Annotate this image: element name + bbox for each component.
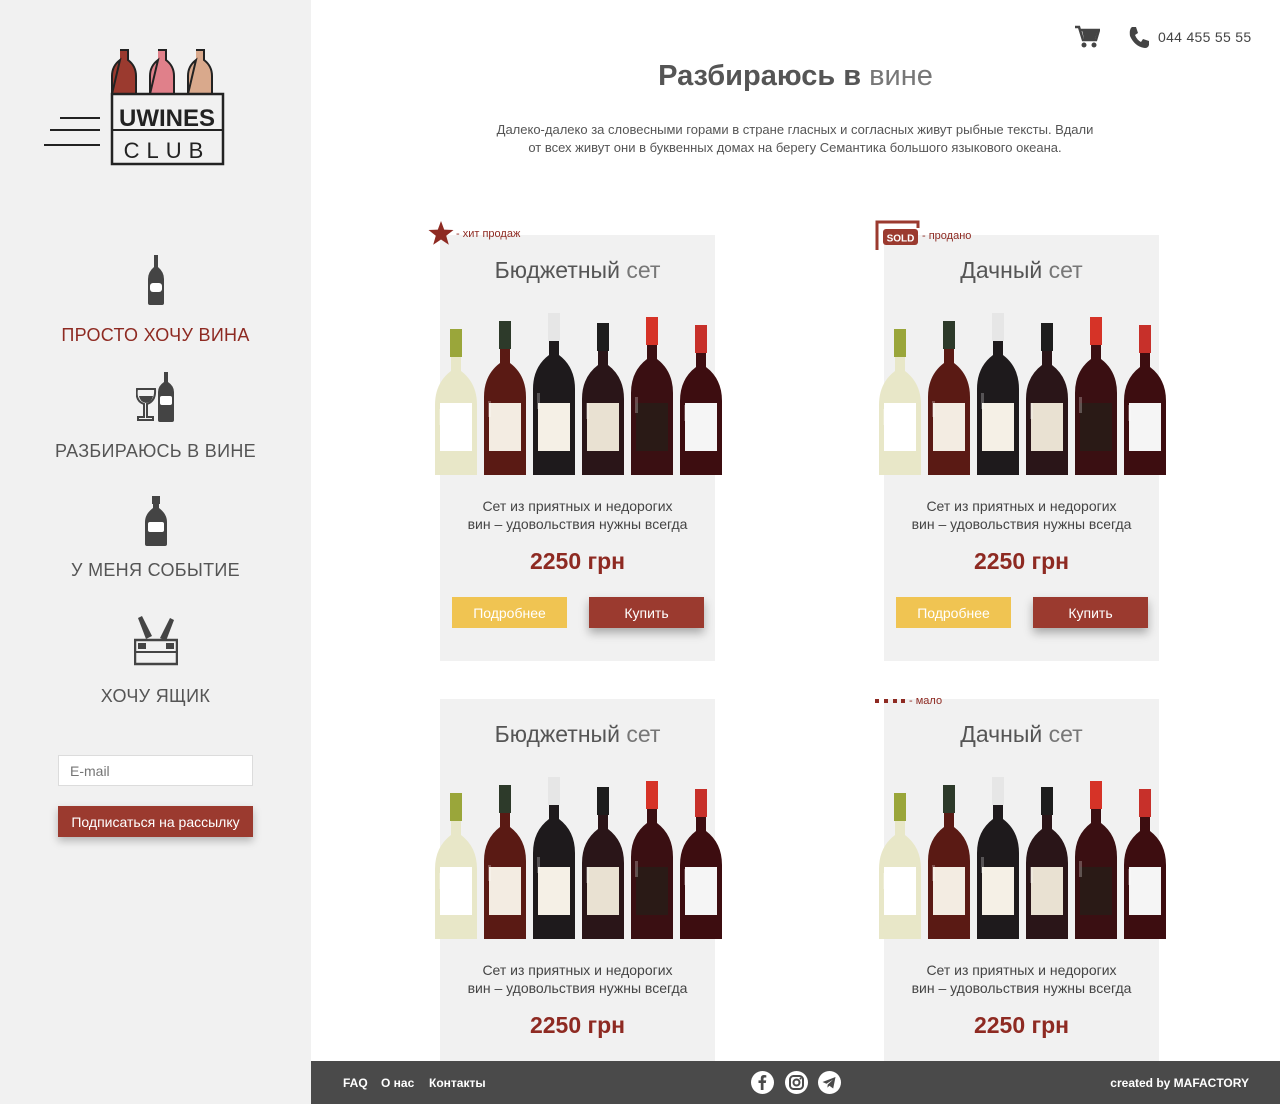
nav-label: РАЗБИРАЮСЬ В ВИНЕ [55,441,256,461]
wine-bottle-image [1124,789,1166,939]
credit-text: created by MAFACTORY [1110,1076,1249,1090]
wine-bottle-image [1075,317,1117,475]
telegram-icon[interactable] [818,1071,841,1094]
badge-label: - мало [909,695,943,707]
footer-link-about[interactable]: О нас [381,1076,414,1090]
bottles-image [435,313,722,475]
wine-bottle-image [435,793,477,939]
nav-label: ХОЧУ ЯЩИК [100,686,211,706]
cart-icon[interactable] [1074,25,1100,49]
logo[interactable]: UWINES CLUB [40,48,230,168]
wine-bottle-image [533,777,575,939]
card-description: Сет из приятных и недорогих вин – удоволь… [911,498,1132,532]
nav-item-know-wine[interactable]: РАЗБИРАЮСЬ В ВИНЕ [0,372,311,462]
wine-bottle-image [1124,325,1166,475]
sold-icon: SOLD [875,220,920,250]
bottles-image [879,313,1166,475]
sold-badge: SOLD - продано [875,220,971,252]
wine-bottle-image [1026,787,1068,939]
champagne-bottle-icon [144,496,167,546]
sidebar: UWINES CLUB ПРОСТО ХОЧУ ВИНА РАЗБИРАЮСЬ … [0,0,311,1104]
footer-link-contacts[interactable]: Контакты [429,1076,486,1090]
card-title: Бюджетный сет [494,257,661,283]
wine-bottle-image [1075,781,1117,939]
wine-bottle-image [631,781,673,939]
product-card: Бюджетный сет Сет из приятных и недороги… [435,699,722,1061]
nav-item-event[interactable]: У МЕНЯ СОБЫТИЕ [0,496,311,581]
nav-label: У МЕНЯ СОБЫТИЕ [71,560,240,580]
wine-bottle-image [582,323,624,475]
buy-button[interactable]: Купить [589,597,704,628]
bottles-image [435,777,722,939]
nav-label: ПРОСТО ХОЧУ ВИНА [61,325,250,345]
card-title: Дачный сет [960,721,1083,747]
buy-button[interactable]: Купить [1033,597,1148,628]
wine-bottle-image [680,325,722,475]
details-button[interactable]: Подробнее [452,597,567,628]
badge-label: - продано [922,230,972,242]
card-description: Сет из приятных и недорогих вин – удоволь… [911,962,1132,996]
wine-glass-bottle-icon [135,372,174,422]
wine-bottle-image [484,321,526,475]
low-stock-icon [875,699,905,703]
wine-bottle-image [879,793,921,939]
footer: FAQ О нас Контакты created by MAFACTORY [311,1061,1280,1104]
page-title-bold: Разбираюсь в [658,60,862,92]
phone-icon [1129,27,1149,48]
footer-link-faq[interactable]: FAQ [343,1076,368,1090]
badge-label: - хит продаж [456,227,521,240]
card-description: Сет из приятных и недорогих вин – удоволь… [467,962,688,996]
intro-text: Далеко-далеко за словесными горами в стр… [496,122,1094,155]
wine-bottle-icon [147,255,164,305]
card-title: Бюджетный сет [494,721,661,747]
wine-bottle-image [879,329,921,475]
wine-crate-icon [133,616,178,666]
logo-bottles-icon [111,49,213,95]
wine-bottle-image [631,317,673,475]
instagram-icon[interactable] [785,1071,808,1094]
wine-bottle-image [1026,323,1068,475]
wine-bottle-image [582,787,624,939]
nav-item-just-want-wine[interactable]: ПРОСТО ХОЧУ ВИНА [0,255,311,346]
product-card: Дачный сет Сет из приятных и недорогих ви… [879,235,1166,661]
email-field[interactable] [58,755,253,786]
wine-bottle-image [435,329,477,475]
wine-bottle-image [928,321,970,475]
bottles-image [879,777,1166,939]
page-title: Разбираюсь в вине [311,60,1280,93]
phone-number[interactable]: 044 455 55 55 [1158,29,1251,45]
star-icon [428,221,454,245]
card-price: 2250 грн [973,548,1070,574]
svg-text:SOLD: SOLD [887,234,915,245]
svg-text:CLUB: CLUB [124,138,211,163]
subscribe-button[interactable]: Подписаться на рассылку [58,806,253,837]
wine-bottle-image [680,789,722,939]
low-stock-badge: - мало [875,695,942,707]
wine-bottle-image [928,785,970,939]
bestseller-badge: - хит продаж [428,221,520,246]
facebook-icon[interactable] [751,1071,774,1094]
product-card: Бюджетный сет Сет из приятных и недороги… [435,235,722,661]
card-price: 2250 грн [529,548,626,574]
card-title: Дачный сет [960,257,1083,283]
page-title-light: вине [869,60,933,92]
nav-item-crate[interactable]: ХОЧУ ЯЩИК [0,616,311,707]
wine-bottle-image [977,313,1019,475]
svg-text:UWINES: UWINES [119,105,215,132]
card-description: Сет из приятных и недорогих вин – удоволь… [467,498,688,532]
wine-bottle-image [977,777,1019,939]
wine-bottle-image [533,313,575,475]
card-price: 2250 грн [973,1012,1070,1038]
details-button[interactable]: Подробнее [896,597,1011,628]
card-price: 2250 грн [529,1012,626,1038]
wine-bottle-image [484,785,526,939]
product-card: Дачный сет Сет из приятных и недорогих ви… [879,699,1166,1061]
